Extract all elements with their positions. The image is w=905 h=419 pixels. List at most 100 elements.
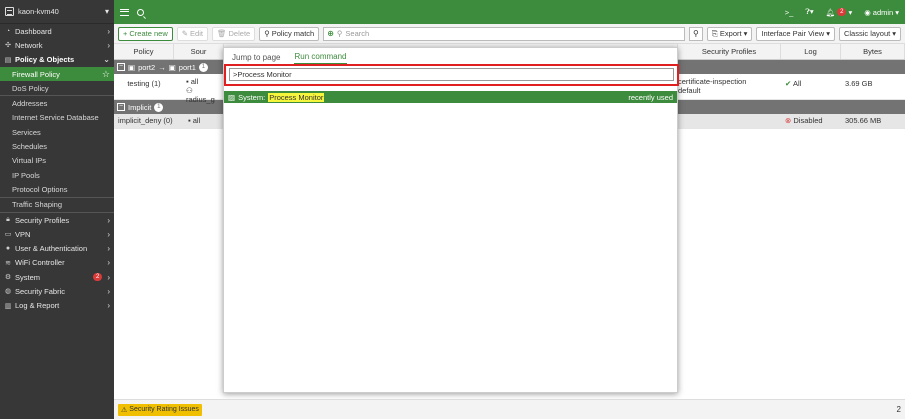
address-all: ▪ all (186, 77, 199, 86)
delete-button[interactable]: 🗑︎ Delete (211, 26, 256, 41)
check-circle-icon: ✔ (785, 79, 792, 88)
command-input-highlight (224, 64, 679, 86)
plus-icon: + (123, 29, 128, 38)
pencil-icon: ✎ (181, 29, 189, 38)
address-icon: ▪ (186, 77, 189, 86)
sidebar-item-security-fabric[interactable]: ◍ Security Fabric › (0, 284, 114, 298)
sidebar-item-dos-policy[interactable]: DoS Policy (0, 81, 114, 95)
collapse-icon[interactable]: − (117, 103, 125, 111)
recently-used-label: recently used (628, 92, 673, 102)
sidebar-item-policy-objects[interactable]: ▤ Policy & Objects ⌄ (0, 53, 114, 67)
chevron-right-icon: › (107, 286, 110, 296)
device-icon (5, 7, 14, 16)
lock-icon: 🔒︎ (6, 216, 10, 223)
footer: ⚠ Security Rating Issues 2 (114, 399, 905, 419)
column-header-policy[interactable]: Policy (114, 44, 174, 59)
sidebar-item-firewall-policy[interactable]: Firewall Policy ☆ (0, 66, 114, 82)
sidebar: kaon-kvm40 ▾ ◔ Dashboard › ✣ Network › ▤ Poli… (0, 0, 114, 419)
tab-jump-to-page[interactable]: Jump to page (232, 53, 280, 64)
sidebar-item-network[interactable]: ✣ Network › (0, 38, 114, 52)
chevron-right-icon: › (107, 301, 110, 311)
status-badge: 2 (92, 273, 103, 282)
notifications-button[interactable]: 🔔︎ 2 ▾ (826, 8, 853, 17)
policy-match-button[interactable]: ⚲ Policy match (259, 26, 320, 41)
fabric-icon: ◍ (4, 288, 12, 296)
sidebar-item-virtual-ips[interactable]: Virtual IPs (0, 154, 114, 168)
view-dropdown[interactable]: Interface Pair View ▾ (756, 26, 835, 41)
match-highlight: Process Monitor (268, 92, 325, 102)
command-palette: Jump to page Run command ▨ System: Proce… (223, 47, 679, 393)
warning-icon: ⚠ (121, 406, 128, 414)
sidebar-item-system[interactable]: ⚙ System 2 › (0, 270, 114, 284)
collapse-icon[interactable]: − (117, 63, 125, 71)
chevron-right-icon: › (107, 229, 110, 239)
sidebar-item-traffic-shaping[interactable]: Traffic Shaping (0, 198, 114, 212)
chevron-right-icon: › (107, 26, 110, 36)
notification-badge: 2 (837, 8, 847, 16)
sidebar-item-user-auth[interactable]: ● User & Authentication › (0, 241, 114, 255)
arrow-right-icon: → (158, 62, 166, 72)
command-result-item[interactable]: ▨ System: Process Monitor recently used (224, 91, 677, 103)
gear-icon: ⚙ (4, 274, 12, 282)
edit-button[interactable]: ✎ Edit (176, 26, 208, 41)
column-header-log[interactable]: Log (781, 44, 841, 59)
security-rating-button[interactable]: ⚠ Security Rating Issues (118, 403, 202, 416)
dashboard-icon: ◔ (5, 27, 11, 35)
sidebar-item-log-report[interactable]: ▥ Log & Report › (0, 299, 114, 313)
hostname: kaon-kvm40 (18, 7, 59, 16)
tab-run-command[interactable]: Run command (294, 52, 347, 64)
export-icon: ⎘ (711, 28, 718, 38)
search-icon[interactable] (137, 8, 144, 16)
profile-default: default (678, 86, 701, 95)
user-icon: ● (5, 245, 11, 253)
menu-icon[interactable] (120, 8, 129, 16)
sidebar-item-schedules[interactable]: Schedules (0, 139, 114, 153)
chevron-right-icon: › (107, 215, 110, 225)
sidebar-item-ip-pools[interactable]: IP Pools (0, 168, 114, 182)
user-menu[interactable]: ◉ admin ▾ (864, 8, 899, 17)
palette-tabs: Jump to page Run command (224, 48, 677, 65)
wifi-icon: ≋ (5, 259, 11, 267)
sidebar-header[interactable]: kaon-kvm40 ▾ (0, 0, 114, 24)
star-icon[interactable]: ☆ (102, 69, 110, 80)
monitor-icon: ▭ (4, 231, 12, 239)
sidebar-item-services[interactable]: Services (0, 125, 114, 139)
count-badge: 1 (154, 102, 164, 112)
sidebar-item-addresses[interactable]: Addresses (0, 96, 114, 110)
add-filter-icon[interactable]: ⊕ (327, 29, 334, 38)
page-count: 2 (896, 405, 901, 414)
sidebar-item-wifi[interactable]: ≋ WiFi Controller › (0, 256, 114, 270)
user-group: ⚇ radius_g (186, 86, 215, 104)
sidebar-item-protocol-options[interactable]: Protocol Options (0, 182, 114, 196)
sidebar-item-vpn[interactable]: ▭ VPN › (0, 227, 114, 241)
search-button[interactable]: ⚲ (688, 26, 703, 41)
port-icon: ▣ (128, 62, 136, 72)
address-icon: ▪ (188, 116, 191, 125)
search-icon: ⚲ (264, 29, 270, 38)
create-new-button[interactable]: + Create new (118, 26, 173, 41)
chart-icon: ▨ (228, 92, 236, 102)
layout-dropdown[interactable]: Classic layout ▾ (838, 26, 901, 41)
column-header-source[interactable]: Sour (174, 44, 224, 59)
column-header-bytes[interactable]: Bytes (841, 44, 905, 59)
chevron-down-icon: ⌄ (103, 55, 110, 65)
search-input[interactable]: ⊕ ⚲ Search (323, 26, 685, 41)
chevron-right-icon: › (107, 272, 110, 282)
port-icon: ▣ (168, 62, 176, 72)
command-input[interactable] (229, 68, 674, 81)
chevron-down-icon: ▾ (104, 7, 109, 16)
export-button[interactable]: ⎘ Export ▾ (706, 26, 753, 41)
top-bar: >_ ❓︎▾ 🔔︎ 2 ▾ ◉ admin ▾ (114, 0, 905, 24)
chevron-right-icon: › (107, 244, 110, 254)
sidebar-item-security-profiles[interactable]: 🔒︎ Security Profiles › (0, 213, 114, 227)
profile-ssl: certificate-inspection (678, 77, 747, 86)
sidebar-item-dashboard[interactable]: ◔ Dashboard › (0, 24, 114, 38)
x-circle-icon: ⊗ (785, 116, 792, 125)
trash-icon: 🗑︎ (216, 29, 227, 38)
cli-icon[interactable]: >_ (785, 8, 794, 17)
chevron-right-icon: › (107, 40, 110, 50)
sidebar-item-isdb[interactable]: Internet Service Database (0, 111, 114, 125)
help-icon[interactable]: ❓︎▾ (805, 7, 813, 17)
column-header-security-profiles[interactable]: Security Profiles (678, 44, 781, 59)
group-icon: ⚇ (186, 86, 193, 95)
